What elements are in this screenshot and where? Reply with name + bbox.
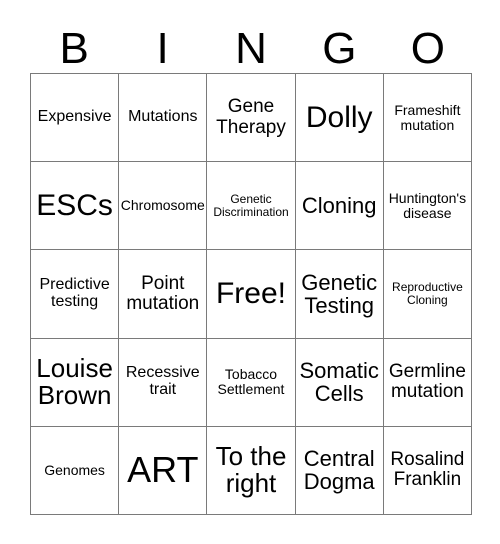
bingo-cell[interactable]: Germline mutation — [383, 338, 472, 427]
bingo-cell-label: Dolly — [305, 100, 373, 134]
header-letter-o: O — [410, 24, 445, 73]
bingo-cell-label: Recessive trait — [125, 364, 200, 399]
bingo-grid: Expensive Mutations Gene Therapy Dolly F… — [30, 73, 472, 515]
bingo-cell[interactable]: Recessive trait — [119, 338, 208, 427]
bingo-cell[interactable]: Predictive testing — [31, 250, 120, 339]
bingo-cell[interactable]: Louise Brown — [31, 338, 120, 427]
header-letter-n: N — [235, 24, 267, 73]
bingo-cell-label: Louise Brown — [36, 352, 113, 411]
bingo-free-space-label: Free! — [215, 277, 286, 311]
bingo-header: B I N G O — [30, 20, 472, 73]
bingo-cell-label: Central Dogma — [303, 446, 375, 495]
bingo-cell-label: Genetic Discrimination — [213, 192, 289, 219]
bingo-cell[interactable]: Rosalind Franklin — [383, 426, 472, 515]
bingo-cell-label: Frameshift mutation — [394, 101, 461, 133]
bingo-cell-label: Predictive testing — [39, 276, 110, 310]
bingo-cell[interactable]: Central Dogma — [295, 426, 384, 515]
bingo-cell-label: Cloning — [301, 193, 377, 219]
bingo-cell-label: Genetic Testing — [301, 269, 378, 318]
bingo-cell-label: Genomes — [44, 461, 105, 478]
bingo-cell-label: ESCs — [36, 188, 113, 222]
header-letter-b: B — [59, 24, 89, 73]
bingo-cell[interactable]: ART — [119, 426, 208, 515]
bingo-cell[interactable]: Frameshift mutation — [383, 74, 472, 163]
bingo-cell[interactable]: Cloning — [295, 162, 384, 251]
bingo-cell[interactable]: Chromosome — [119, 162, 208, 251]
bingo-cell-label: Tobacco Settlement — [217, 366, 285, 398]
bingo-cell[interactable]: Genomes — [31, 426, 120, 515]
bingo-cell[interactable]: ESCs — [31, 162, 120, 251]
bingo-cell-label: Gene Therapy — [216, 96, 286, 138]
bingo-cell[interactable]: Expensive — [31, 74, 120, 163]
bingo-cell-free[interactable]: Free! — [207, 250, 296, 339]
bingo-cell-label: Huntington's disease — [388, 189, 467, 221]
bingo-card: B I N G O Expensive Mutations Gene Thera… — [0, 0, 500, 544]
bingo-cell[interactable]: Gene Therapy — [207, 74, 296, 163]
bingo-cell[interactable]: Mutations — [119, 74, 208, 163]
bingo-cell[interactable]: Genetic Testing — [295, 250, 384, 339]
bingo-cell-label: Reproductive Cloning — [392, 280, 463, 307]
bingo-cell-label: Germline mutation — [388, 361, 466, 403]
bingo-cell-label: ART — [127, 449, 199, 491]
bingo-cell[interactable]: Reproductive Cloning — [383, 250, 472, 339]
bingo-cell[interactable]: Point mutation — [119, 250, 208, 339]
header-letter-g: G — [322, 24, 357, 73]
bingo-cell-label: Expensive — [37, 108, 112, 126]
bingo-cell-label: Point mutation — [126, 272, 200, 314]
bingo-cell[interactable]: Huntington's disease — [383, 162, 472, 251]
bingo-cell-label: Chromosome — [120, 197, 205, 214]
bingo-cell[interactable]: Dolly — [295, 74, 384, 163]
bingo-cell-label: Somatic Cells — [299, 357, 379, 407]
bingo-cell-label: To the right — [215, 440, 287, 499]
bingo-cell[interactable]: Tobacco Settlement — [207, 338, 296, 427]
bingo-cell[interactable]: To the right — [207, 426, 296, 515]
bingo-cell-label: Rosalind Franklin — [390, 449, 465, 491]
bingo-cell[interactable]: Somatic Cells — [295, 338, 384, 427]
header-letter-i: I — [156, 24, 169, 73]
bingo-cell[interactable]: Genetic Discrimination — [207, 162, 296, 251]
bingo-cell-label: Mutations — [128, 108, 198, 126]
